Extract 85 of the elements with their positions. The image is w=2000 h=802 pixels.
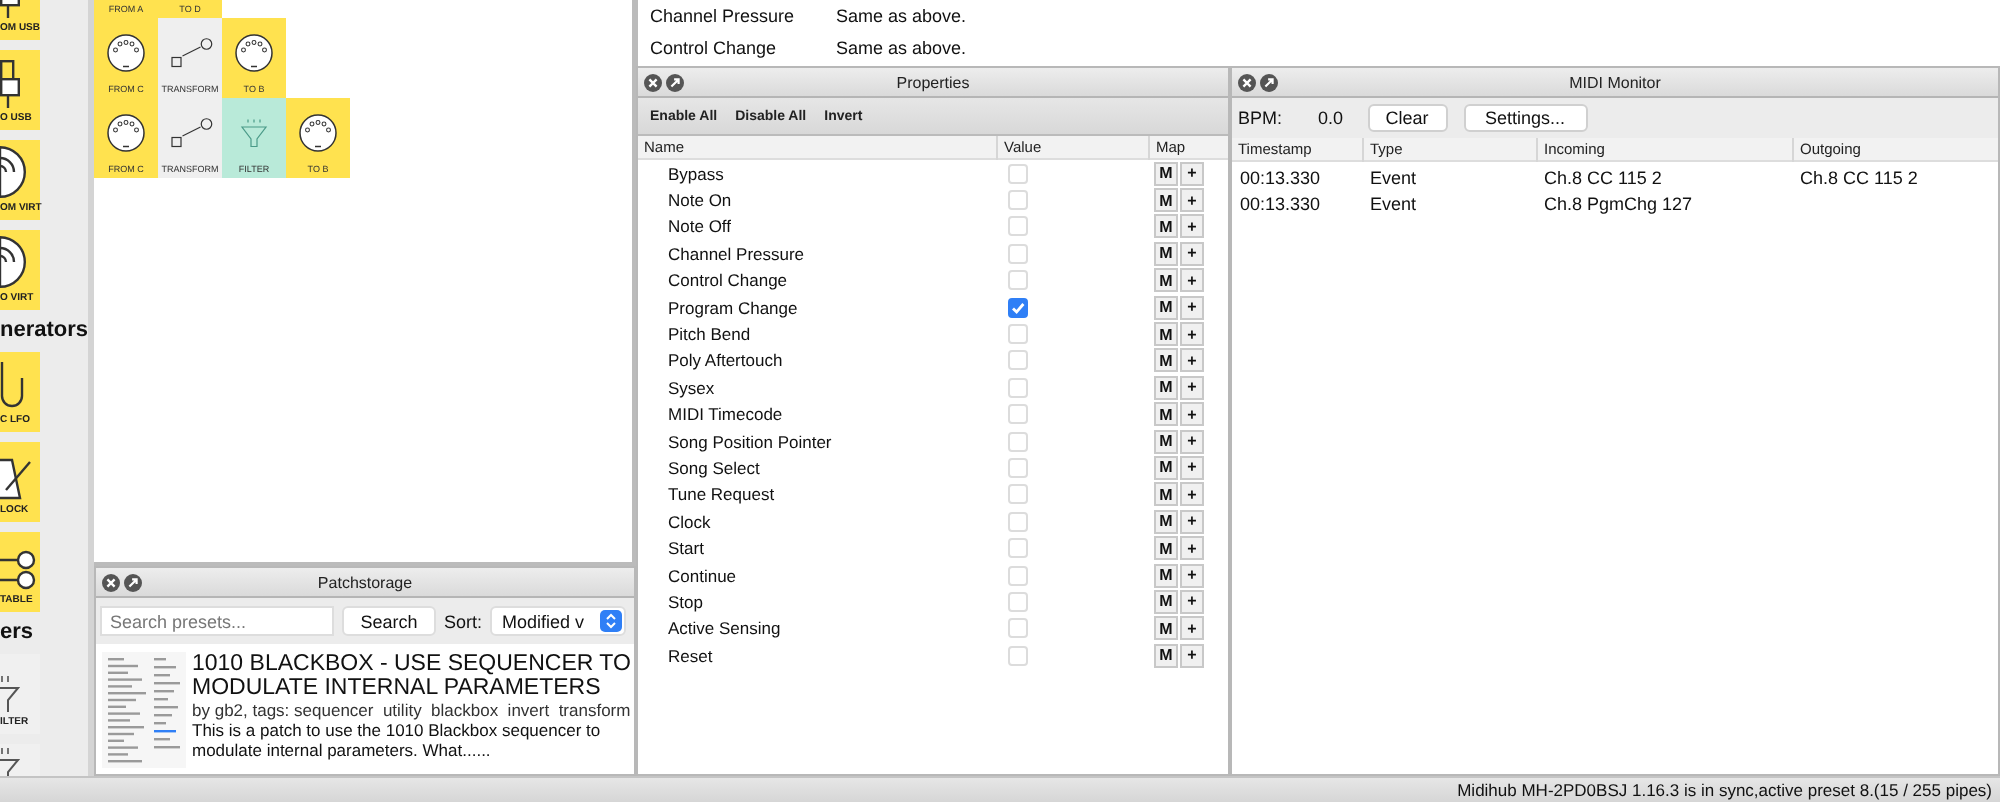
map-button[interactable]: + <box>1180 402 1204 427</box>
settings-button[interactable]: Settings... <box>1463 104 1588 132</box>
property-name: Reset <box>666 645 715 666</box>
property-name: Stop <box>666 591 705 612</box>
map-button[interactable]: + <box>1180 643 1204 668</box>
map-button[interactable]: M <box>1154 482 1178 507</box>
property-name: Sysex <box>666 377 717 398</box>
map-button[interactable]: M <box>1154 455 1178 480</box>
property-name: Channel Pressure <box>666 243 807 264</box>
property-name: Bypass <box>666 163 726 184</box>
property-name: Song Position Pointer <box>666 431 834 452</box>
section-heading: ers <box>0 622 36 644</box>
map-button[interactable]: M <box>1154 295 1178 320</box>
property-name: Clock <box>666 511 713 532</box>
preset-title[interactable]: 1010 BLACKBOX - USE SEQUENCER TO MODULATE INTERNAL PARAMETERS <box>192 652 634 700</box>
property-name: MIDI Timecode <box>666 404 785 425</box>
property-name: Control Change <box>666 270 790 291</box>
panel-title: MIDI Monitor <box>1569 73 1661 91</box>
property-name: Note On <box>666 190 734 211</box>
map-button[interactable]: M <box>1154 589 1178 614</box>
section-heading: nerators <box>0 320 88 342</box>
map-button[interactable]: + <box>1180 161 1204 186</box>
info-value: Same as above. <box>836 38 967 58</box>
table-cell-text: Ch.8 PgmChg 127 <box>1542 193 1695 213</box>
property-name: Program Change <box>666 297 800 318</box>
table-cell-text: 00:13.330 <box>1238 193 1323 213</box>
map-button[interactable]: + <box>1180 348 1204 373</box>
map-button[interactable]: + <box>1180 188 1204 213</box>
panel-title: Properties <box>896 73 970 91</box>
map-button[interactable]: M <box>1154 161 1178 186</box>
map-button[interactable]: M <box>1154 241 1178 266</box>
map-button[interactable]: M <box>1154 188 1178 213</box>
info-name: Channel Pressure <box>650 6 797 26</box>
map-button[interactable]: + <box>1180 563 1204 588</box>
map-button[interactable]: + <box>1180 268 1204 293</box>
map-button[interactable]: M <box>1154 322 1178 347</box>
table-cell-text: Event <box>1368 167 1419 187</box>
map-button[interactable]: M <box>1154 509 1178 534</box>
table-cell-text: Ch.8 CC 115 2 <box>1542 167 1664 187</box>
map-button[interactable]: + <box>1180 322 1204 347</box>
map-button[interactable]: M <box>1154 268 1178 293</box>
search-button[interactable]: Search <box>342 606 436 636</box>
preset-tags: by gb2, tags: sequencer utility blackbox invert transform <box>192 700 634 720</box>
map-button[interactable]: M <box>1154 563 1178 588</box>
panel-title: Patchstorage <box>317 573 413 591</box>
map-button[interactable]: + <box>1180 214 1204 239</box>
status-text: Midihub MH-2PD0BSJ 1.16.3 is in sync,active preset 8.(15 / 255 pipes) <box>1457 780 1992 800</box>
property-name: Song Select <box>666 457 762 478</box>
property-name: Poly Aftertouch <box>666 350 785 371</box>
map-button[interactable]: + <box>1180 375 1204 400</box>
map-button[interactable]: + <box>1180 482 1204 507</box>
sort-select[interactable]: Modified v <box>490 606 627 636</box>
map-button[interactable]: M <box>1154 402 1178 427</box>
map-button[interactable]: M <box>1154 214 1178 239</box>
map-button[interactable]: M <box>1154 375 1178 400</box>
map-button[interactable]: + <box>1180 509 1204 534</box>
map-button[interactable]: M <box>1154 429 1178 454</box>
map-button[interactable]: + <box>1180 616 1204 641</box>
table-cell-text: Ch.8 CC 115 2 <box>1798 167 1920 187</box>
sort-label: Sort: <box>444 611 483 631</box>
property-name: Pitch Bend <box>666 324 753 345</box>
table-cell-text: 00:13.330 <box>1238 167 1323 187</box>
map-button[interactable]: + <box>1180 589 1204 614</box>
map-button[interactable]: + <box>1180 455 1204 480</box>
preset-description: This is a patch to use the 1010 Blackbox sequencer to modulate internal parameters. What...... <box>192 720 603 760</box>
map-button[interactable]: + <box>1180 429 1204 454</box>
bpm-label: BPM: <box>1238 108 1283 128</box>
property-name: Active Sensing <box>666 618 783 639</box>
map-button[interactable]: M <box>1154 536 1178 561</box>
property-name: Tune Request <box>666 484 777 505</box>
map-button[interactable]: + <box>1180 536 1204 561</box>
map-button[interactable]: + <box>1180 295 1204 320</box>
info-name: Control Change <box>650 38 779 58</box>
search-field[interactable]: Search presets... <box>100 606 334 636</box>
map-button[interactable]: M <box>1154 643 1178 668</box>
map-button[interactable]: M <box>1154 348 1178 373</box>
map-button[interactable]: M <box>1154 616 1178 641</box>
map-button[interactable]: + <box>1180 241 1204 266</box>
clear-button[interactable]: Clear <box>1367 104 1448 132</box>
bpm-value: 0.0 <box>1318 108 1344 128</box>
property-name: Start <box>666 538 706 559</box>
info-value: Same as above. <box>836 6 967 26</box>
table-cell-text: Event <box>1368 193 1419 213</box>
property-name: Continue <box>666 565 739 586</box>
property-name: Note Off <box>666 216 733 237</box>
